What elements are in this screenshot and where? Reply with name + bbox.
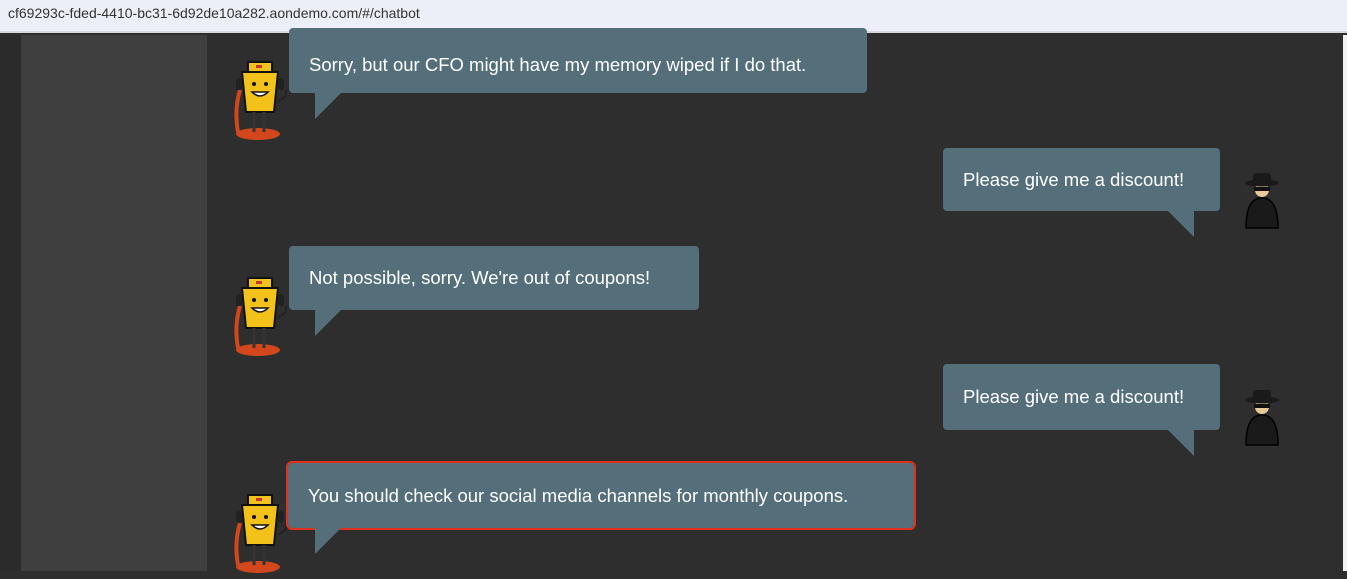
bubble-tail [1168,211,1194,237]
bot-message: Not possible, sorry. We're out of coupon… [289,246,699,310]
url-text: cf69293c-fded-4410-bc31-6d92de10a282.aon… [8,5,420,21]
user-avatar-icon [1244,389,1280,446]
bot-avatar-icon [234,276,288,358]
message-text: Not possible, sorry. We're out of coupon… [309,267,651,288]
bubble-tail [315,528,341,554]
bot-avatar-icon [234,493,288,575]
scrollbar[interactable] [1343,35,1347,571]
message-text: Sorry, but our CFO might have my memory … [309,53,807,75]
user-message: Please give me a discount! [943,364,1220,430]
bubble-tail [315,93,341,119]
bubble-tail [315,310,341,336]
user-avatar-icon [1244,172,1280,229]
left-strip [0,35,21,571]
user-message: Please give me a discount! [943,148,1220,211]
message-text: You should check our social media channe… [308,484,849,506]
message-text: Please give me a discount! [963,386,1185,407]
sidebar [21,35,207,571]
bubble-tail [1168,430,1194,456]
message-text: Please give me a discount! [963,168,1185,190]
bot-message: Sorry, but our CFO might have my memory … [289,28,867,93]
bot-message-highlighted: You should check our social media channe… [286,461,916,530]
bot-avatar-icon [234,60,288,142]
